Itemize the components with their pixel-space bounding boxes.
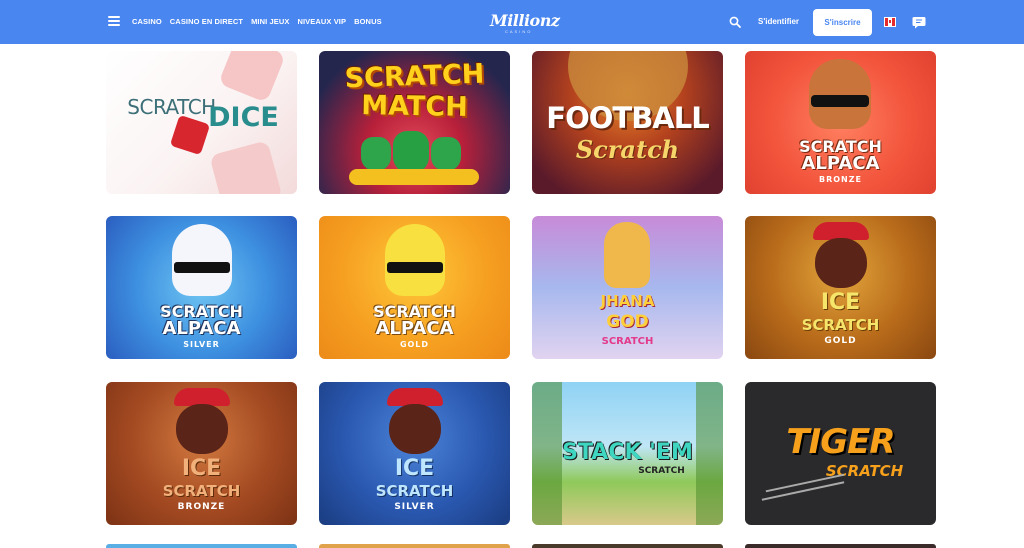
money-bag-icon — [361, 137, 391, 171]
dice-decoration — [209, 140, 283, 194]
game-title-line2: SCRATCH — [825, 462, 904, 480]
game-title-line1: ICE — [181, 456, 222, 481]
nav-bonus[interactable]: BONUS — [354, 17, 382, 26]
alpaca-head-decoration — [385, 224, 445, 296]
game-tile-scratch-alpaca-bronze[interactable]: SCRATCH ALPACA BRONZE — [745, 51, 936, 194]
game-tile-stack-em-scratch[interactable]: STACK 'EM SCRATCH — [532, 382, 723, 525]
game-title-line2: DICE — [208, 102, 279, 133]
nav-casino[interactable]: CASINO — [132, 17, 162, 26]
game-title-line1: JHANA — [600, 292, 655, 310]
game-title-line3: SCRATCH — [601, 336, 654, 347]
game-tile-next-row[interactable] — [319, 544, 510, 548]
signup-button[interactable]: S'inscrire — [813, 9, 872, 36]
alpaca-head-decoration — [809, 59, 871, 129]
game-tile-scratch-alpaca-gold[interactable]: SCRATCH ALPACA GOLD — [319, 216, 510, 359]
game-title-line2: ALPACA — [801, 153, 880, 174]
game-tile-scratch-dice[interactable]: SCRATCH DICE — [106, 51, 297, 194]
nav-live-casino[interactable]: CASINO EN DIRECT — [170, 17, 243, 26]
game-tile-next-row[interactable] — [745, 544, 936, 548]
game-title-line2: MATCH — [360, 90, 469, 123]
sunglasses-decoration — [174, 262, 230, 273]
game-title-line2: SCRATCH — [162, 482, 241, 500]
game-tile-ice-scratch-bronze[interactable]: ICE SCRATCH BRONZE — [106, 382, 297, 525]
nav-mini-games[interactable]: MINI JEUX — [251, 17, 289, 26]
game-tile-jhana-god-scratch[interactable]: JHANA GOD SCRATCH — [532, 216, 723, 359]
game-title-line3: GOLD — [399, 340, 430, 349]
game-title-line2: Scratch — [575, 135, 680, 164]
game-title-line2: SCRATCH — [375, 482, 454, 500]
top-navigation-bar: CASINO CASINO EN DIRECT MINI JEUX NIVEAU… — [0, 0, 1024, 44]
brand-logo[interactable]: Millionz — [490, 11, 560, 30]
game-title-line1: TIGER — [786, 422, 895, 462]
money-bag-icon — [393, 131, 429, 173]
game-tile-ice-scratch-gold[interactable]: ICE SCRATCH GOLD — [745, 216, 936, 359]
game-title-line1: ICE — [820, 290, 861, 315]
game-title-line1: FOOTBALL — [546, 101, 709, 135]
game-title-line3: GOLD — [824, 336, 857, 346]
game-title-line1: ICE — [394, 456, 435, 481]
game-tile-scratch-match[interactable]: SCRATCH MATCH — [319, 51, 510, 194]
game-title-line2: ALPACA — [162, 318, 241, 339]
menu-icon[interactable] — [108, 16, 120, 26]
canada-flag-icon[interactable] — [884, 17, 896, 27]
brand-logo-subtitle: CASINO — [505, 29, 533, 34]
money-bag-icon — [431, 137, 461, 171]
login-link[interactable]: S'identifier — [758, 17, 799, 26]
game-title-line2: ALPACA — [375, 318, 454, 339]
woman-portrait-decoration — [389, 404, 441, 454]
buddha-figure-decoration — [604, 222, 650, 288]
game-title-line3: SILVER — [394, 502, 435, 512]
game-title-line3: BRONZE — [177, 502, 226, 512]
chat-icon[interactable] — [912, 15, 926, 29]
game-tile-scratch-alpaca-silver[interactable]: SCRATCH ALPACA SILVER — [106, 216, 297, 359]
alpaca-head-decoration — [172, 224, 232, 296]
game-title-line1: STACK 'EM — [562, 440, 693, 465]
game-tile-next-row[interactable] — [532, 544, 723, 548]
sunglasses-decoration — [811, 95, 869, 107]
main-nav: CASINO CASINO EN DIRECT MINI JEUX NIVEAU… — [132, 17, 382, 26]
game-title-line3: SILVER — [183, 340, 220, 349]
game-title-line2: SCRATCH — [801, 316, 880, 334]
sunglasses-decoration — [387, 262, 443, 273]
game-title-line3: BRONZE — [818, 175, 863, 184]
game-tile-football-scratch[interactable]: FOOTBALL Scratch — [532, 51, 723, 194]
game-title-line2: GOD — [606, 312, 649, 332]
game-title-line2: SCRATCH — [638, 466, 685, 476]
nav-vip-levels[interactable]: NIVEAUX VIP — [297, 17, 346, 26]
woman-portrait-decoration — [815, 238, 867, 288]
game-tile-tiger-scratch[interactable]: TIGER SCRATCH — [745, 382, 936, 525]
search-icon[interactable] — [729, 16, 741, 28]
game-tile-ice-scratch-silver[interactable]: ICE SCRATCH SILVER — [319, 382, 510, 525]
gold-coins-decoration — [349, 169, 479, 185]
woman-portrait-decoration — [176, 404, 228, 454]
game-tile-next-row[interactable] — [106, 544, 297, 548]
